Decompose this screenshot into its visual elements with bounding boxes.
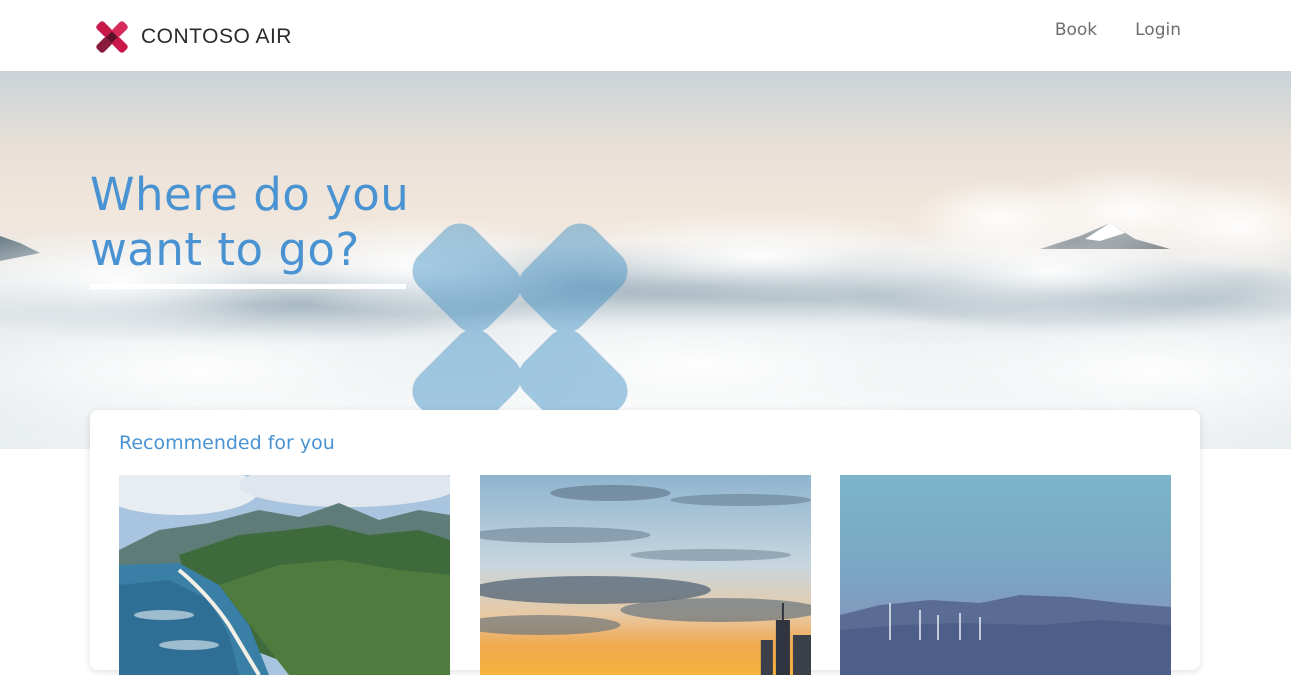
hero-heading: Where do you want to go? (90, 168, 410, 276)
nav-book-link[interactable]: Book (1055, 20, 1097, 40)
city-skyline-sunset-photo (480, 475, 811, 675)
tropical-coastline-mountains-photo (119, 475, 450, 675)
main-nav: Book Login (1017, 20, 1181, 40)
nav-login-link[interactable]: Login (1135, 20, 1181, 40)
recommended-card: Recommended for you (90, 410, 1200, 675)
destination-card-1[interactable] (119, 475, 450, 675)
brand-name: CONTOSO AIR (141, 25, 292, 48)
site-header: CONTOSO AIR Book Login (0, 0, 1291, 71)
hero-banner: Where do you want to go? (0, 71, 1291, 449)
contoso-logo-icon (96, 21, 128, 53)
hero-underline (90, 284, 406, 289)
destination-card-2[interactable] (480, 475, 811, 675)
brand-logo[interactable]: CONTOSO AIR (90, 15, 292, 59)
valley-wind-turbines-photo (840, 475, 1171, 675)
destination-card-3[interactable] (840, 475, 1171, 675)
recommended-title: Recommended for you (119, 432, 335, 454)
